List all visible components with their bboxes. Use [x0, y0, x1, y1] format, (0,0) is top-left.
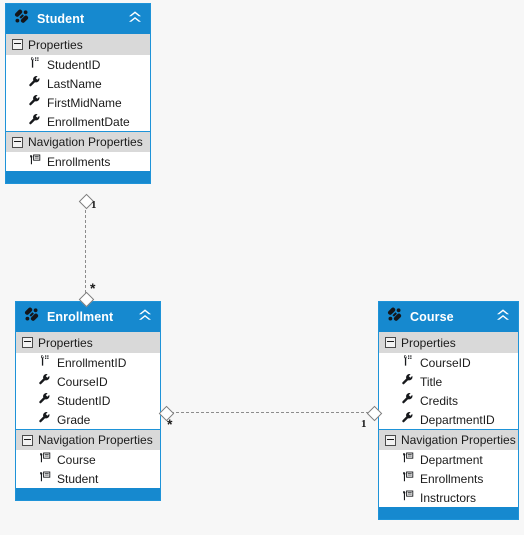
property-icon	[401, 392, 414, 410]
property-row[interactable]: DepartmentID	[379, 410, 518, 429]
property-label: DepartmentID	[420, 412, 495, 427]
property-label: EnrollmentID	[57, 355, 127, 370]
property-row[interactable]: StudentID	[6, 55, 150, 74]
section-label: Properties	[28, 37, 83, 52]
entity-header-student[interactable]: Student	[6, 4, 150, 34]
property-icon	[28, 113, 41, 131]
property-icon	[28, 94, 41, 112]
minus-box-icon[interactable]	[12, 136, 23, 148]
key-property-icon	[401, 354, 414, 372]
multiplicity-label-many: *	[90, 280, 96, 296]
navigation-property-label: Department	[420, 452, 483, 467]
section-header-navigation-properties[interactable]: Navigation Properties	[6, 131, 150, 152]
entity-icon	[13, 8, 30, 30]
navigation-property-row[interactable]: Student	[16, 469, 160, 488]
multiplicity-label-one: 1	[91, 199, 97, 211]
navigation-property-row[interactable]: Enrollments	[379, 469, 518, 488]
double-chevron-up-icon[interactable]	[137, 307, 153, 328]
property-row[interactable]: Title	[379, 372, 518, 391]
property-row[interactable]: FirstMidName	[6, 93, 150, 112]
key-property-icon	[38, 354, 51, 372]
property-label: Credits	[420, 393, 459, 408]
navigation-property-label: Instructors	[420, 490, 477, 505]
property-row[interactable]: CourseID	[379, 353, 518, 372]
section-label: Navigation Properties	[401, 433, 516, 447]
navigation-property-icon	[401, 470, 414, 488]
property-label: LastName	[47, 76, 102, 91]
entity-title: Enrollment	[47, 310, 114, 324]
property-row[interactable]: Credits	[379, 391, 518, 410]
property-label: Title	[420, 374, 443, 389]
navigation-property-label: Enrollments	[47, 154, 111, 169]
entity-icon	[23, 306, 40, 328]
navigation-property-icon	[401, 489, 414, 507]
property-row[interactable]: StudentID	[16, 391, 160, 410]
navigation-property-row[interactable]: Instructors	[379, 488, 518, 507]
multiplicity-label-many: *	[167, 416, 173, 432]
navigation-property-label: Student	[57, 471, 99, 486]
property-row[interactable]: CourseID	[16, 372, 160, 391]
minus-box-icon[interactable]	[385, 337, 396, 348]
entity-footer	[379, 507, 518, 519]
section-header-properties[interactable]: Properties	[16, 332, 160, 353]
double-chevron-up-icon[interactable]	[127, 9, 143, 30]
navigation-property-label: Course	[57, 452, 96, 467]
navigation-property-row[interactable]: Department	[379, 450, 518, 469]
entity-title: Course	[410, 310, 454, 324]
property-icon	[401, 411, 414, 429]
entity-enrollment[interactable]: Enrollment Properties EnrollmentID Cours…	[15, 301, 161, 501]
entity-footer	[16, 488, 160, 500]
property-row[interactable]: EnrollmentDate	[6, 112, 150, 131]
property-icon	[38, 392, 51, 410]
property-row[interactable]: Grade	[16, 410, 160, 429]
minus-box-icon[interactable]	[22, 434, 33, 446]
section-label: Properties	[401, 335, 456, 350]
double-chevron-up-icon[interactable]	[495, 307, 511, 328]
section-header-navigation-properties[interactable]: Navigation Properties	[16, 429, 160, 450]
property-icon	[38, 411, 51, 429]
property-label: StudentID	[57, 393, 111, 408]
section-label: Properties	[38, 335, 93, 350]
association-student-enrollment[interactable]	[85, 200, 86, 298]
multiplicity-label-one: 1	[361, 418, 367, 430]
property-label: Grade	[57, 412, 91, 427]
property-label: StudentID	[47, 57, 101, 72]
section-label: Navigation Properties	[38, 433, 153, 447]
key-property-icon	[28, 56, 41, 74]
entity-student[interactable]: Student Properties StudentID LastName Fi…	[5, 3, 151, 184]
property-row[interactable]: EnrollmentID	[16, 353, 160, 372]
navigation-property-icon	[38, 470, 51, 488]
section-header-properties[interactable]: Properties	[6, 34, 150, 55]
property-label: FirstMidName	[47, 95, 122, 110]
entity-icon	[386, 306, 403, 328]
minus-box-icon[interactable]	[385, 434, 396, 446]
section-header-navigation-properties[interactable]: Navigation Properties	[379, 429, 518, 450]
property-icon	[28, 75, 41, 93]
navigation-property-icon	[38, 451, 51, 469]
entity-footer	[6, 171, 150, 183]
minus-box-icon[interactable]	[12, 39, 23, 50]
navigation-property-label: Enrollments	[420, 471, 484, 486]
section-label: Navigation Properties	[28, 135, 143, 149]
property-label: EnrollmentDate	[47, 114, 130, 129]
property-row[interactable]: LastName	[6, 74, 150, 93]
navigation-property-row[interactable]: Enrollments	[6, 152, 150, 171]
property-label: CourseID	[57, 374, 108, 389]
property-icon	[401, 373, 414, 391]
minus-box-icon[interactable]	[22, 337, 33, 348]
association-enrollment-course[interactable]	[166, 412, 374, 413]
entity-course[interactable]: Course Properties CourseID Title Credits…	[378, 301, 519, 520]
entity-title: Student	[37, 12, 85, 26]
navigation-property-icon	[28, 153, 41, 171]
navigation-property-icon	[401, 451, 414, 469]
property-label: CourseID	[420, 355, 471, 370]
entity-header-enrollment[interactable]: Enrollment	[16, 302, 160, 332]
entity-header-course[interactable]: Course	[379, 302, 518, 332]
section-header-properties[interactable]: Properties	[379, 332, 518, 353]
property-icon	[38, 373, 51, 391]
navigation-property-row[interactable]: Course	[16, 450, 160, 469]
